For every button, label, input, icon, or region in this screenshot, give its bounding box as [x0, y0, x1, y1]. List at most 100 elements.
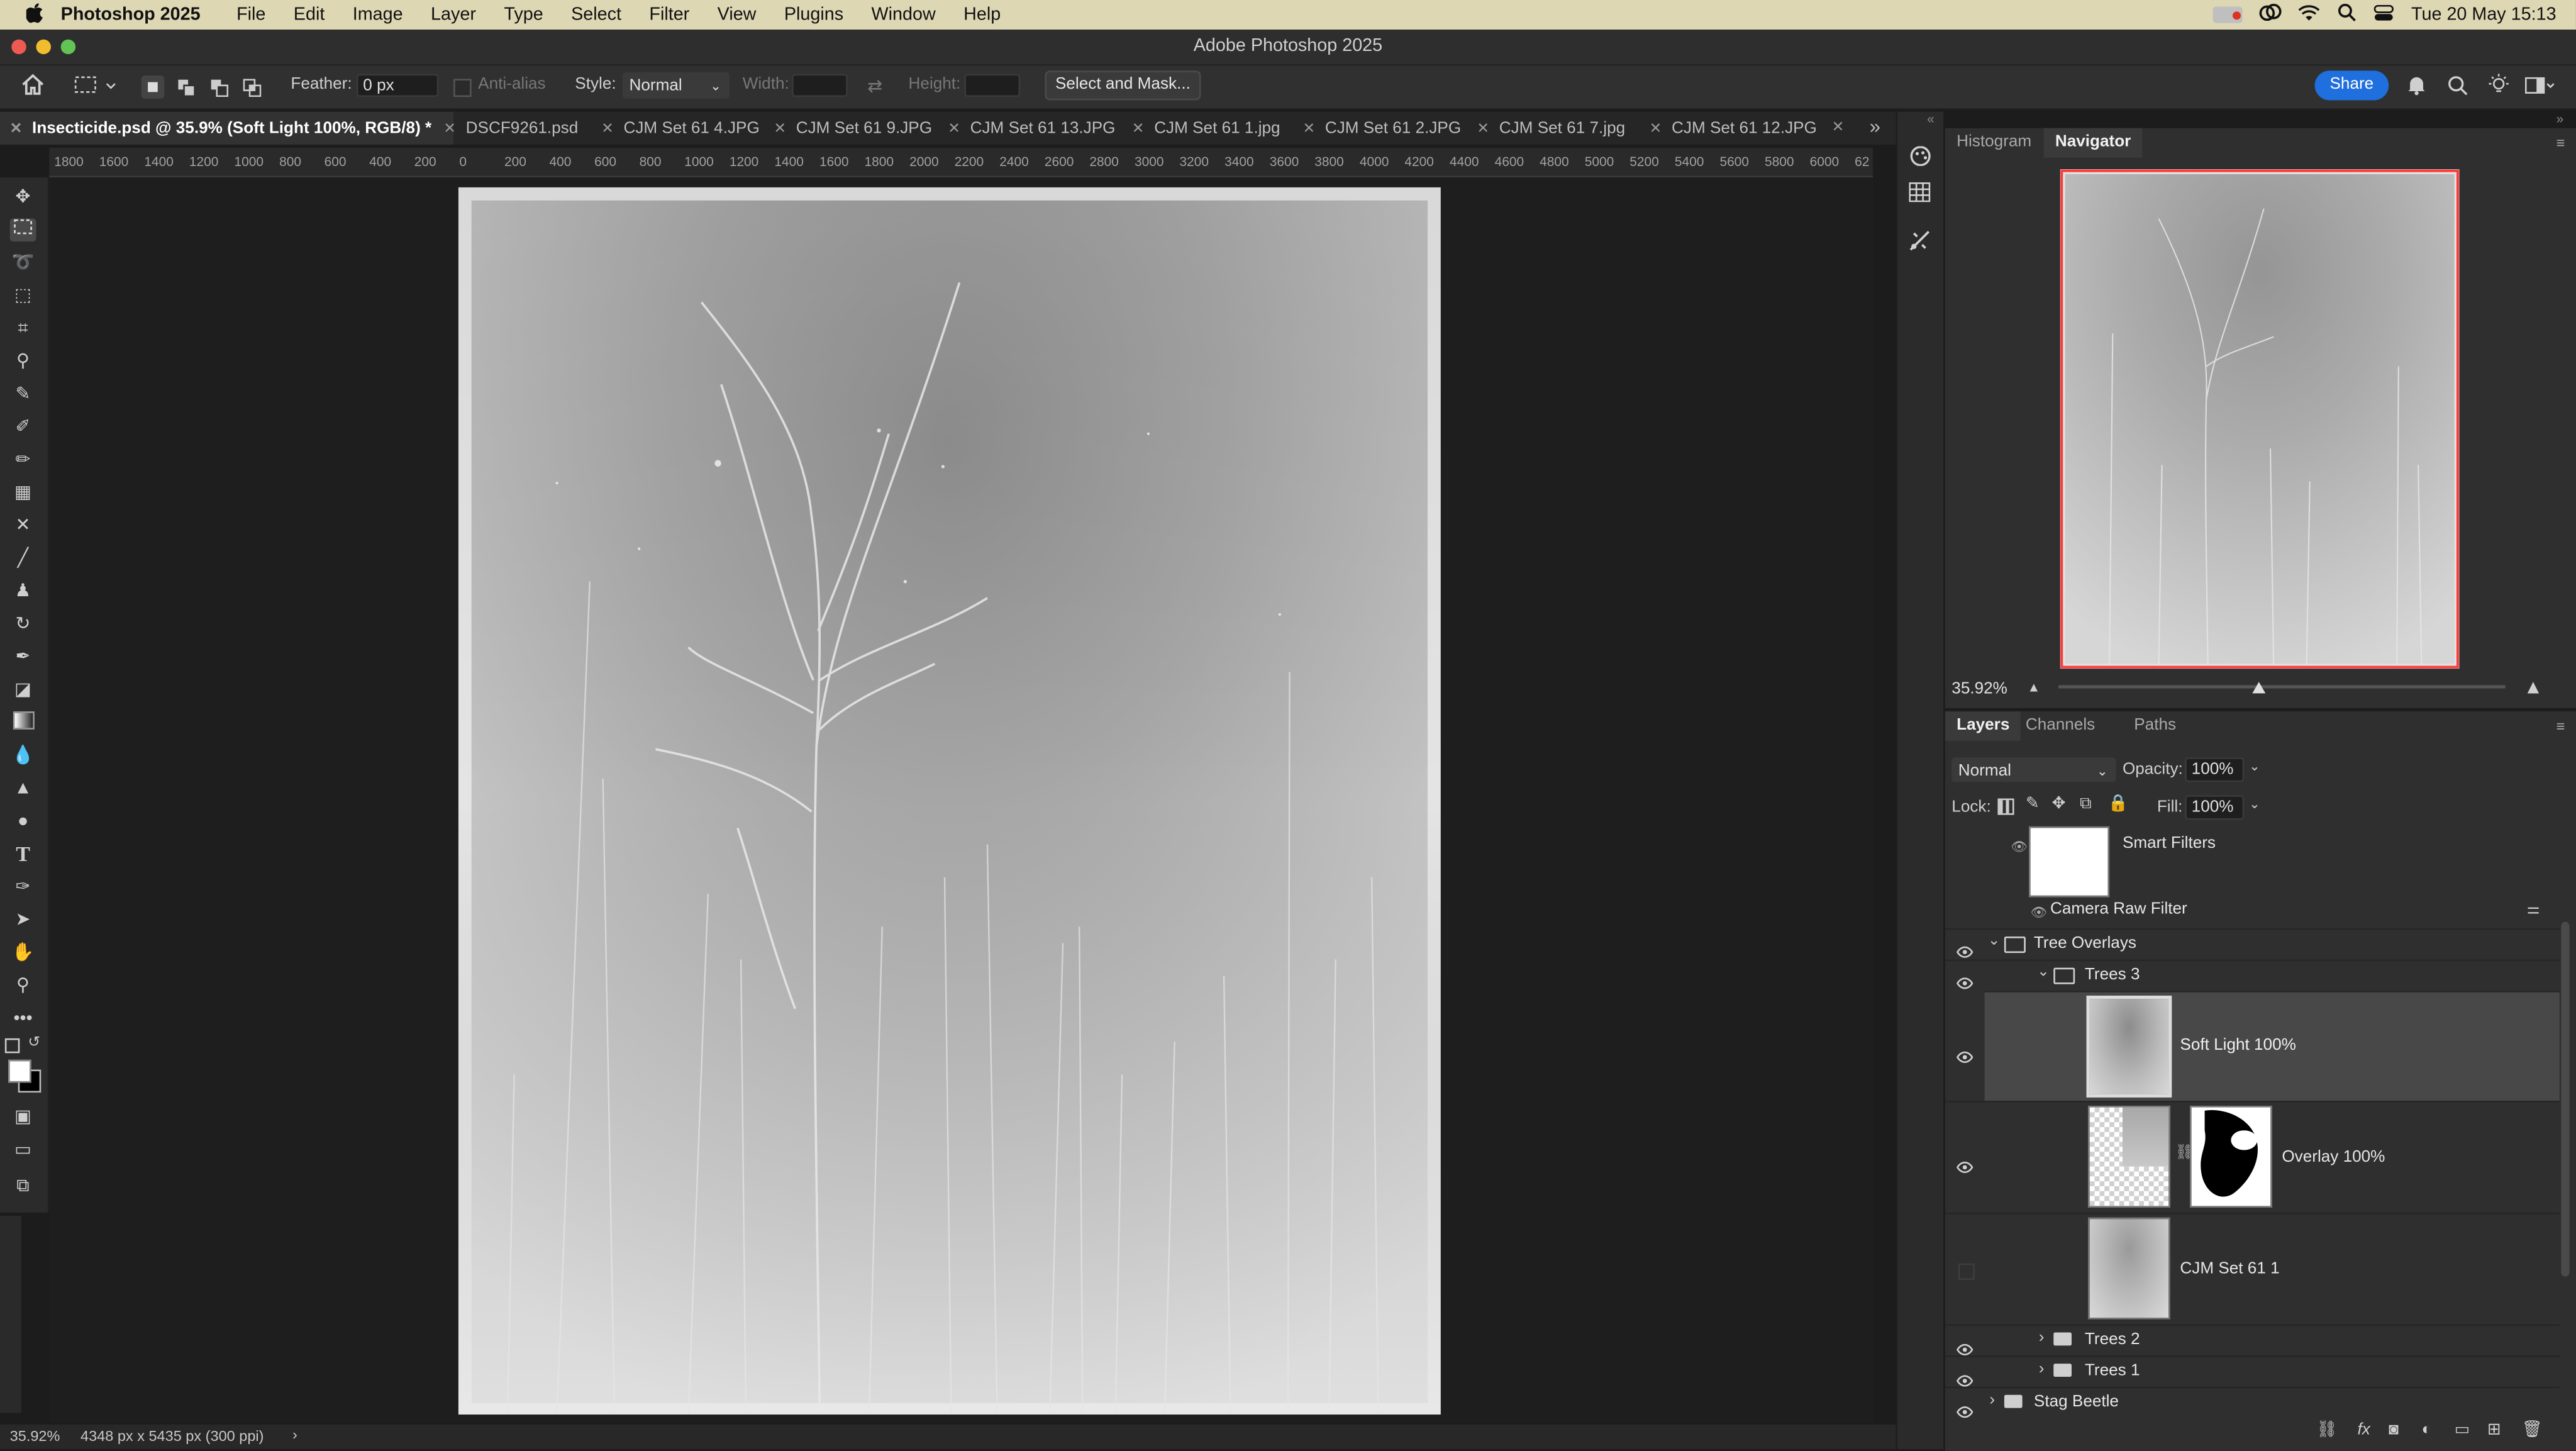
- minimize-window-button[interactable]: [36, 40, 51, 55]
- menu-help[interactable]: Help: [963, 5, 1001, 25]
- menu-image[interactable]: Image: [353, 5, 403, 25]
- select-and-mask-button[interactable]: Select and Mask...: [1045, 70, 1201, 100]
- visibility-eye-icon[interactable]: [1957, 968, 1973, 998]
- crop-tool-icon[interactable]: ⌗: [10, 317, 36, 340]
- more-tabs-icon[interactable]: »: [1870, 115, 1880, 138]
- history-brush-tool-icon[interactable]: ↻: [10, 613, 36, 636]
- smart-filters-mask-thumbnail[interactable]: [2029, 826, 2109, 897]
- navigator-preview[interactable]: [2060, 169, 2460, 669]
- fill-input[interactable]: 100%: [2185, 795, 2244, 820]
- layer-row-soft-light[interactable]: Soft Light 100%: [1985, 991, 2560, 1101]
- wifi-icon[interactable]: [2298, 4, 2319, 26]
- clock[interactable]: Tue 20 May 15:13: [2411, 5, 2557, 25]
- close-tab-icon[interactable]: ✕: [1477, 120, 1489, 136]
- object-selection-tool-icon[interactable]: ⬚: [10, 284, 36, 308]
- zoom-in-icon[interactable]: ▲: [2523, 675, 2543, 699]
- control-center-icon[interactable]: [2373, 4, 2393, 26]
- close-tab-icon[interactable]: ✕: [948, 120, 960, 136]
- path-selection-tool-icon[interactable]: ➤: [10, 909, 36, 932]
- tab-cjm-4[interactable]: ✕CJM Set 61 4.JPG: [601, 112, 760, 145]
- type-tool-icon[interactable]: T: [10, 843, 36, 866]
- tab-cjm-9[interactable]: ✕CJM Set 61 9.JPG: [774, 112, 932, 145]
- menu-plugins[interactable]: Plugins: [784, 5, 843, 25]
- layer-row-trees-3[interactable]: ⌄ Trees 3: [1945, 960, 2560, 991]
- close-tab-icon[interactable]: ✕: [774, 120, 786, 136]
- quick-mask-icon[interactable]: ▣: [10, 1106, 36, 1129]
- new-layer-icon[interactable]: ⊞: [2487, 1421, 2501, 1440]
- layer-row-trees-2[interactable]: › Trees 2: [1945, 1324, 2560, 1355]
- close-tab-icon[interactable]: ✕: [443, 120, 456, 136]
- apple-icon[interactable]: [26, 3, 45, 27]
- search-icon[interactable]: [2337, 3, 2355, 26]
- home-icon[interactable]: [21, 74, 45, 101]
- tab-cjm-12[interactable]: ✕CJM Set 61 12.JPG: [1650, 112, 1817, 145]
- status-zoom[interactable]: 35.92%: [10, 1428, 60, 1444]
- swap-icon[interactable]: ⇄: [867, 75, 882, 97]
- burn-tool-icon[interactable]: ●: [10, 810, 36, 833]
- close-tab-icon[interactable]: ✕: [1132, 120, 1145, 136]
- opacity-input[interactable]: 100%: [2185, 757, 2244, 782]
- foreground-color-swatch[interactable]: [8, 1060, 31, 1083]
- tab-histogram[interactable]: Histogram: [1945, 128, 2043, 158]
- collapse-panels-icon[interactable]: »: [2557, 112, 2564, 127]
- creative-cloud-icon[interactable]: [2258, 3, 2282, 26]
- pen-tool-icon[interactable]: ✑: [10, 876, 36, 899]
- menu-file[interactable]: File: [236, 5, 265, 25]
- menu-edit[interactable]: Edit: [294, 5, 325, 25]
- chevron-right-icon[interactable]: ›: [2039, 1329, 2045, 1347]
- menu-select[interactable]: Select: [571, 5, 621, 25]
- remove-tool-icon[interactable]: ✏: [10, 448, 36, 472]
- adjustment-layer-icon[interactable]: ◐: [2421, 1421, 2431, 1440]
- antialias-checkbox[interactable]: [453, 79, 472, 97]
- tab-dscf9261[interactable]: ✕DSCF9261.psd: [443, 112, 578, 145]
- patch-tool-icon[interactable]: ▦: [10, 481, 36, 504]
- notification-bell-icon[interactable]: [2407, 74, 2426, 101]
- layer-thumbnail[interactable]: [2086, 996, 2172, 1098]
- layer-style-fx-icon[interactable]: fx: [2358, 1421, 2370, 1440]
- search-icon[interactable]: [2448, 75, 2467, 100]
- color-panel-icon[interactable]: [1909, 145, 1932, 174]
- workspace-icon[interactable]: [2525, 77, 2555, 101]
- zoom-out-icon[interactable]: ▲: [2027, 680, 2040, 695]
- lock-transparent-icon[interactable]: [1997, 799, 2014, 815]
- lock-image-icon[interactable]: ✎: [2026, 795, 2040, 813]
- new-group-icon[interactable]: ▭: [2455, 1421, 2470, 1440]
- chevron-down-icon[interactable]: ⌄: [2249, 759, 2260, 774]
- chevron-down-icon[interactable]: ⌄: [1988, 931, 2001, 950]
- subtract-selection-icon[interactable]: [210, 79, 228, 102]
- brush-tool-icon[interactable]: ╱: [10, 547, 36, 570]
- intersect-selection-icon[interactable]: [243, 79, 262, 102]
- menu-view[interactable]: View: [718, 5, 757, 25]
- tab-cjm-7[interactable]: ✕CJM Set 61 7.jpg: [1477, 112, 1625, 145]
- gradient-tool-icon[interactable]: [10, 711, 36, 735]
- swap-colors-icon[interactable]: ↺: [28, 1033, 40, 1052]
- adjustments-panel-icon[interactable]: [1909, 230, 1930, 260]
- layer-row-stag-beetle[interactable]: › Stag Beetle: [1945, 1387, 2560, 1418]
- content-aware-move-tool-icon[interactable]: ✕: [10, 514, 36, 538]
- dodge-tool-icon[interactable]: ▲: [10, 777, 36, 801]
- share-button[interactable]: Share: [2315, 70, 2389, 100]
- camera-raw-filter-label[interactable]: Camera Raw Filter: [2050, 900, 2187, 918]
- layer-row-cjm-set-61-1[interactable]: CJM Set 61 1: [1945, 1213, 2560, 1325]
- eraser-tool-icon[interactable]: ◪: [10, 679, 36, 702]
- style-select[interactable]: Normal ⌄: [623, 72, 730, 99]
- eyedropper-tool-icon[interactable]: ⚲: [10, 350, 36, 373]
- mixer-brush-tool-icon[interactable]: ✒: [10, 646, 36, 669]
- camera-raw-visibility-icon[interactable]: 👁: [2031, 905, 2048, 920]
- tab-channels[interactable]: Channels: [2014, 711, 2107, 741]
- hand-tool-icon[interactable]: ✋: [10, 942, 36, 965]
- visibility-eye-icon[interactable]: [1957, 1042, 1973, 1071]
- zoom-tool-icon[interactable]: ⚲: [10, 974, 36, 998]
- menu-type[interactable]: Type: [504, 5, 543, 25]
- document-artwork[interactable]: [458, 187, 1441, 1415]
- layer-row-trees-1[interactable]: › Trees 1: [1945, 1355, 2560, 1387]
- move-tool-icon[interactable]: ✥: [10, 186, 36, 209]
- chevron-down-icon[interactable]: ⌄: [2037, 963, 2050, 981]
- height-input[interactable]: [964, 74, 1020, 97]
- blend-mode-select[interactable]: Normal ⌄: [1951, 757, 2116, 782]
- smart-filters-visibility-icon[interactable]: 👁: [2011, 840, 2028, 855]
- tab-insecticide[interactable]: ✕Insecticide.psd @ 35.9% (Soft Light 100…: [0, 112, 453, 145]
- close-tab-icon[interactable]: ✕: [1650, 120, 1662, 136]
- lock-position-icon[interactable]: ✥: [2052, 795, 2066, 813]
- layer-thumbnail[interactable]: [2088, 1106, 2170, 1208]
